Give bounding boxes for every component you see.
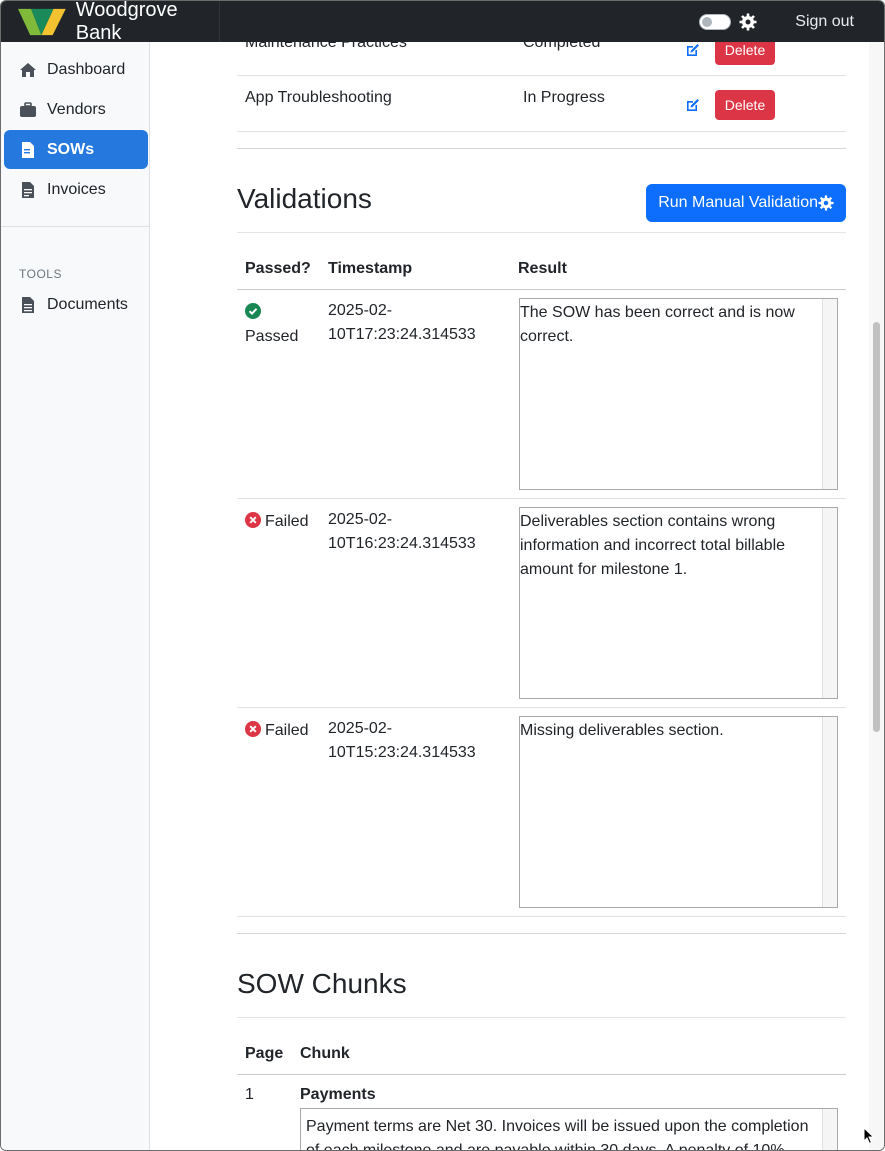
heading-divider: [237, 232, 846, 233]
validation-status: Failed: [245, 719, 323, 743]
sidebar-item-invoices[interactable]: Invoices: [4, 170, 148, 209]
result-text: Deliverables section contains wrong info…: [520, 513, 786, 578]
table-row: 1 Payments Payment terms are Net 30. Inv…: [237, 1075, 846, 1151]
column-header-passed: Passed?: [245, 260, 311, 277]
gear-icon: [818, 195, 834, 211]
chunk-title: Payments: [300, 1086, 376, 1103]
table-row: App Troubleshooting In Progress Delete: [237, 77, 846, 132]
textarea-scrollbar[interactable]: [822, 508, 837, 698]
top-navbar: Woodgrove Bank Sign out: [1, 0, 884, 44]
column-header-timestamp: Timestamp: [328, 260, 413, 277]
section-divider: [237, 933, 846, 934]
file-invoice-icon: [19, 181, 37, 198]
timestamp-line: 2025-02-: [328, 302, 393, 319]
chunk-text: Payment terms are Net 30. Invoices will …: [306, 1118, 809, 1151]
table-header: Page Chunk: [237, 1034, 846, 1075]
column-header-page: Page: [245, 1045, 284, 1062]
run-validation-label: Run Manual Validation: [658, 194, 818, 211]
textarea-scrollbar[interactable]: [822, 717, 837, 907]
sow-chunks-title: SOW Chunks: [237, 968, 407, 999]
column-header-result: Result: [518, 260, 567, 277]
sign-out-link[interactable]: Sign out: [795, 13, 854, 31]
sidebar-item-sows[interactable]: SOWs: [4, 130, 148, 169]
result-textarea[interactable]: Missing deliverables section.: [519, 716, 838, 908]
chunk-textarea[interactable]: Payment terms are Net 30. Invoices will …: [300, 1108, 838, 1151]
run-manual-validation-button[interactable]: Run Manual Validation: [646, 184, 846, 222]
brand[interactable]: Woodgrove Bank: [1, 0, 220, 44]
x-circle-icon: [245, 512, 261, 528]
deliverable-name: App Troubleshooting: [245, 89, 392, 106]
briefcase-icon: [19, 101, 37, 118]
sidebar-divider: [1, 226, 149, 227]
textarea-scrollbar[interactable]: [822, 299, 837, 489]
heading-divider: [237, 1017, 846, 1018]
gear-icon[interactable]: [739, 13, 757, 31]
textarea-scrollbar[interactable]: [822, 1109, 837, 1150]
timestamp-line: 10T17:23:24.314533: [328, 326, 476, 343]
timestamp-line: 10T15:23:24.314533: [328, 744, 476, 761]
edit-icon[interactable]: [685, 97, 701, 113]
tools-heading: TOOLS: [19, 267, 62, 281]
result-text: Missing deliverables section.: [520, 722, 724, 739]
mouse-cursor-icon: [863, 1127, 875, 1145]
sidebar-item-documents[interactable]: Documents: [4, 285, 148, 324]
validation-timestamp: 2025-02- 10T16:23:24.314533: [328, 508, 498, 556]
document-icon: [19, 296, 37, 313]
timestamp-line: 2025-02-: [328, 720, 393, 737]
file-contract-icon: [19, 141, 37, 158]
home-icon: [19, 62, 37, 78]
result-text: The SOW has been correct and is now corr…: [520, 304, 795, 345]
status-label: Passed: [245, 328, 299, 345]
table-row: Failed 2025-02- 10T16:23:24.314533 Deliv…: [237, 499, 846, 708]
status-label: Failed: [265, 513, 309, 530]
sidebar: Dashboard Vendors SOWs Invoices TOOLS Do…: [1, 42, 150, 1150]
sidebar-item-dashboard[interactable]: Dashboard: [4, 50, 148, 89]
result-textarea[interactable]: The SOW has been correct and is now corr…: [519, 298, 838, 490]
theme-toggle[interactable]: [699, 13, 732, 30]
result-textarea[interactable]: Deliverables section contains wrong info…: [519, 507, 838, 699]
column-header-chunk: Chunk: [300, 1045, 350, 1062]
sidebar-item-label: Vendors: [47, 100, 106, 118]
deliverable-status: In Progress: [523, 89, 605, 106]
chunk-page-number: 1: [245, 1086, 254, 1103]
validation-timestamp: 2025-02- 10T15:23:24.314533: [328, 717, 498, 765]
check-circle-icon: [245, 303, 261, 319]
table-row: Failed 2025-02- 10T15:23:24.314533 Missi…: [237, 708, 846, 917]
edit-icon[interactable]: [685, 42, 701, 58]
timestamp-line: 2025-02-: [328, 511, 393, 528]
timestamp-line: 10T16:23:24.314533: [328, 535, 476, 552]
app-window: Woodgrove Bank Sign out Dashboard Vendor…: [0, 0, 885, 1151]
validation-status: Passed: [245, 301, 323, 349]
page-scrollbar[interactable]: [869, 42, 884, 1150]
woodgrove-logo-icon: [18, 8, 66, 35]
brand-name: Woodgrove Bank: [75, 0, 178, 44]
table-row: Passed 2025-02- 10T17:23:24.314533 The S…: [237, 290, 846, 499]
sidebar-item-label: SOWs: [47, 140, 95, 158]
delete-button[interactable]: Delete: [715, 90, 775, 120]
sidebar-item-label: Documents: [47, 295, 128, 313]
table-header: Passed? Timestamp Result: [237, 249, 846, 290]
validation-status: Failed: [245, 510, 323, 534]
sidebar-item-label: Invoices: [47, 180, 106, 198]
section-divider: [237, 148, 846, 149]
x-circle-icon: [245, 721, 261, 737]
sidebar-item-vendors[interactable]: Vendors: [4, 90, 148, 129]
validation-timestamp: 2025-02- 10T17:23:24.314533: [328, 299, 498, 347]
validations-title: Validations: [237, 183, 372, 214]
scrollbar-thumb[interactable]: [873, 322, 880, 732]
sidebar-item-label: Dashboard: [47, 60, 126, 78]
status-label: Failed: [265, 722, 309, 739]
